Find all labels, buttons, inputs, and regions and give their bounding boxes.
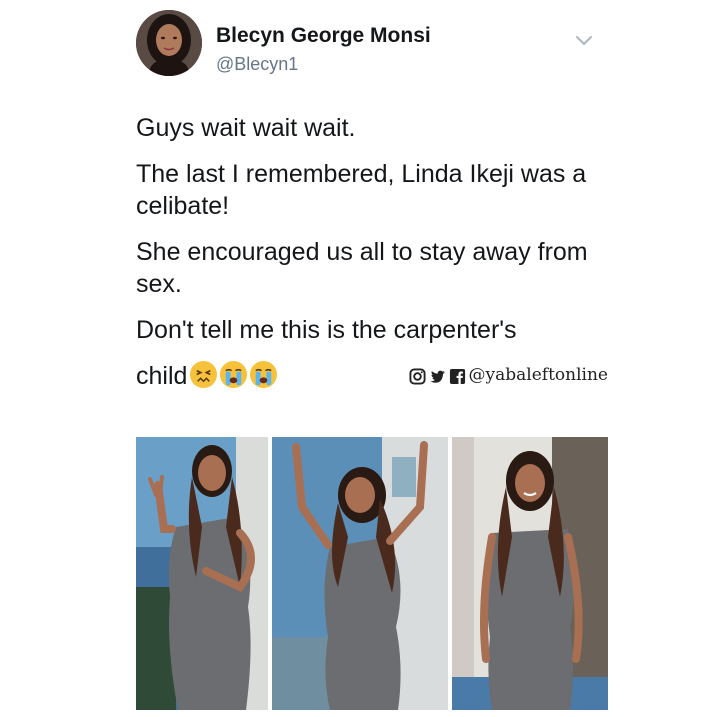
avatar[interactable] (136, 10, 202, 76)
tweet-paragraph: The last I remembered, Linda Ikeji was a… (136, 160, 587, 220)
watermark: @yabaleftonline (409, 365, 608, 387)
photo-peace-sign[interactable] (136, 437, 268, 710)
tweet-paragraph: Guys wait wait wait. (136, 114, 356, 142)
chevron-down-icon[interactable] (572, 28, 596, 52)
tweet-last-word: child (136, 362, 188, 390)
crying-face-emoji (220, 360, 248, 389)
instagram-icon (409, 367, 426, 385)
tweet-last-word-group: child (136, 360, 278, 392)
photo-smiling[interactable] (452, 437, 608, 710)
tweet-text: Guys wait wait wait. The last I remember… (136, 112, 608, 392)
tweet-card: Blecyn George Monsi @Blecyn1 Guys wait w… (118, 0, 608, 717)
tweet-paragraph: She encouraged us all to stay away from … (136, 238, 588, 298)
author-handle[interactable]: @Blecyn1 (216, 54, 298, 75)
persevering-face-emoji (190, 360, 218, 389)
facebook-icon (449, 368, 465, 384)
watermark-handle: @yabaleftonline (468, 365, 608, 386)
twitter-icon (429, 370, 445, 383)
author-name[interactable]: Blecyn George Monsi (216, 24, 431, 48)
emoji-group (189, 360, 278, 389)
tweet-media[interactable] (136, 437, 608, 710)
crying-face-emoji (250, 360, 278, 389)
tweet-header: Blecyn George Monsi @Blecyn1 (136, 10, 596, 80)
tweet-paragraph: Don't tell me this is the carpenter's (136, 316, 517, 344)
tweet-last-line: child @yabaleftonline (136, 360, 608, 392)
photo-arms-raised[interactable] (272, 437, 448, 710)
